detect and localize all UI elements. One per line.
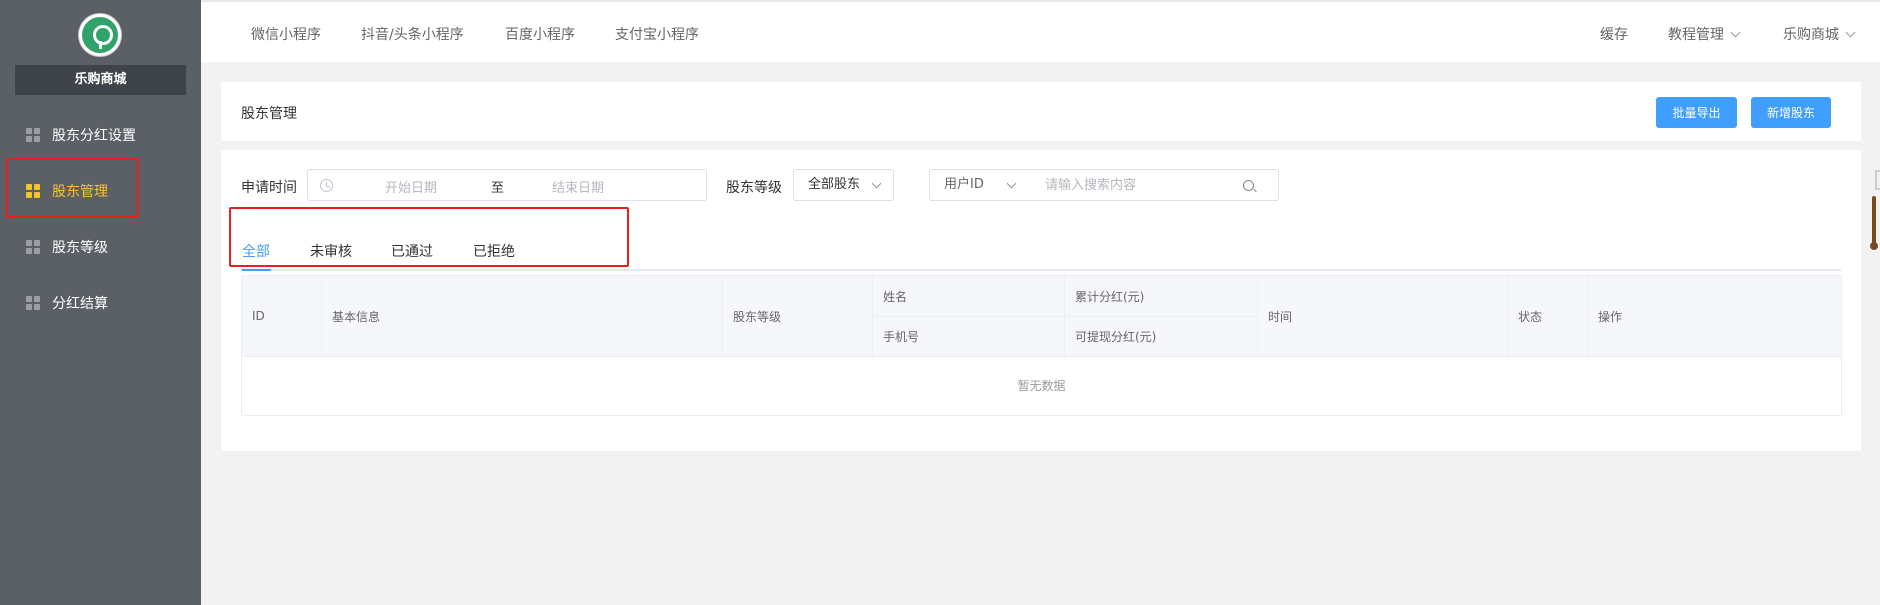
sidebar-item-label: 分红结算 (52, 296, 108, 312)
sidebar: 乐购商城 股东分红设置 股东管理 股东等级 分红结算 (0, 0, 201, 605)
column-header-action: 操作 (1588, 276, 1841, 357)
column-header-time: 时间 (1258, 276, 1508, 357)
column-header-status: 状态 (1508, 276, 1588, 357)
status-tabs: 全部 未审核 已通过 已拒绝 (241, 235, 1841, 271)
scroll-thumb[interactable] (1872, 196, 1876, 246)
level-select-value: 全部股东 (808, 177, 861, 192)
tab-label: 全部 (242, 244, 270, 260)
top-navigation-bar: 微信小程序 抖音/头条小程序 百度小程序 支付宝小程序 缓存 教程管理 乐购商城 (201, 0, 1880, 62)
batch-export-button[interactable]: 批量导出 (1656, 97, 1737, 128)
column-header-level: 股东等级 (723, 276, 873, 357)
level-label: 股东等级 (726, 180, 782, 196)
sidebar-item-label: 股东管理 (52, 184, 108, 200)
chevron-down-icon (1006, 178, 1017, 189)
sidebar-item-shareholder-management[interactable]: 股东管理 (0, 163, 201, 219)
store-logo (79, 14, 121, 56)
search-icon[interactable] (1243, 180, 1254, 191)
search-input[interactable] (1029, 169, 1279, 201)
end-date-input[interactable]: 结束日期 (552, 177, 604, 196)
chevron-down-icon (871, 178, 882, 189)
add-shareholder-button[interactable]: 新增股东 (1751, 97, 1831, 128)
column-header-name: 姓名 (873, 276, 1065, 317)
top-tab-alipay[interactable]: 支付宝小程序 (615, 24, 699, 44)
store-name: 乐购商城 (15, 65, 186, 95)
chevron-down-icon (1845, 27, 1856, 38)
main-content: 申请时间 开始日期 至 结束日期 股东等级 全部股东 用户ID 全部 未审核 已… (221, 150, 1861, 451)
sidebar-item-shareholder-level[interactable]: 股东等级 (0, 219, 201, 275)
start-date-input[interactable]: 开始日期 (385, 177, 437, 196)
scroll-frame (1875, 170, 1880, 190)
grid-icon (26, 296, 40, 310)
store-menu[interactable]: 乐购商城 (1783, 24, 1856, 44)
tab-pending[interactable]: 未审核 (310, 241, 352, 269)
apply-time-label: 申请时间 (241, 180, 297, 196)
search-type-select[interactable]: 用户ID (929, 169, 1030, 201)
column-header-basic-info: 基本信息 (322, 276, 723, 357)
level-select[interactable]: 全部股东 (793, 169, 894, 201)
tutorial-label: 教程管理 (1668, 27, 1724, 43)
range-separator: 至 (491, 181, 505, 196)
sidebar-item-dividend-settlement[interactable]: 分红结算 (0, 275, 201, 331)
column-header-id: ID (242, 276, 322, 357)
sidebar-item-dividend-settings[interactable]: 股东分红设置 (0, 107, 201, 163)
scroll-knob[interactable] (1870, 242, 1878, 250)
shareholder-table: ID 基本信息 股东等级 姓名 手机号 累计分红(元) 可提现分红(元) 时间 … (241, 275, 1842, 416)
empty-state: 暂无数据 (1017, 379, 1066, 393)
page-header: 股东管理 批量导出 新增股东 (221, 82, 1861, 141)
date-range-picker[interactable]: 开始日期 至 结束日期 (307, 169, 707, 201)
page-title: 股东管理 (241, 106, 297, 122)
column-header-phone: 手机号 (873, 317, 1065, 357)
scrollbar[interactable] (1868, 170, 1880, 260)
grid-icon (26, 240, 40, 254)
chevron-down-icon (1730, 27, 1741, 38)
tutorial-menu[interactable]: 教程管理 (1668, 24, 1741, 44)
top-tab-wechat[interactable]: 微信小程序 (251, 24, 321, 44)
sidebar-item-label: 股东分红设置 (52, 128, 136, 144)
tab-rejected[interactable]: 已拒绝 (473, 241, 515, 269)
grid-icon (26, 128, 40, 142)
active-tab-indicator (242, 269, 271, 271)
top-tab-baidu[interactable]: 百度小程序 (505, 24, 575, 44)
clock-icon (320, 179, 333, 192)
grid-icon (26, 184, 40, 198)
logo-area (0, 0, 201, 64)
column-header-total-dividend: 累计分红(元) (1065, 276, 1258, 317)
tab-approved[interactable]: 已通过 (391, 241, 433, 269)
column-header-withdrawable-dividend: 可提现分红(元) (1065, 317, 1258, 357)
search-type-value: 用户ID (944, 177, 984, 192)
sidebar-item-label: 股东等级 (52, 240, 108, 256)
cache-link[interactable]: 缓存 (1600, 24, 1628, 44)
tab-all[interactable]: 全部 (242, 241, 271, 271)
store-menu-label: 乐购商城 (1783, 27, 1839, 43)
top-tab-douyin[interactable]: 抖音/头条小程序 (361, 24, 464, 44)
